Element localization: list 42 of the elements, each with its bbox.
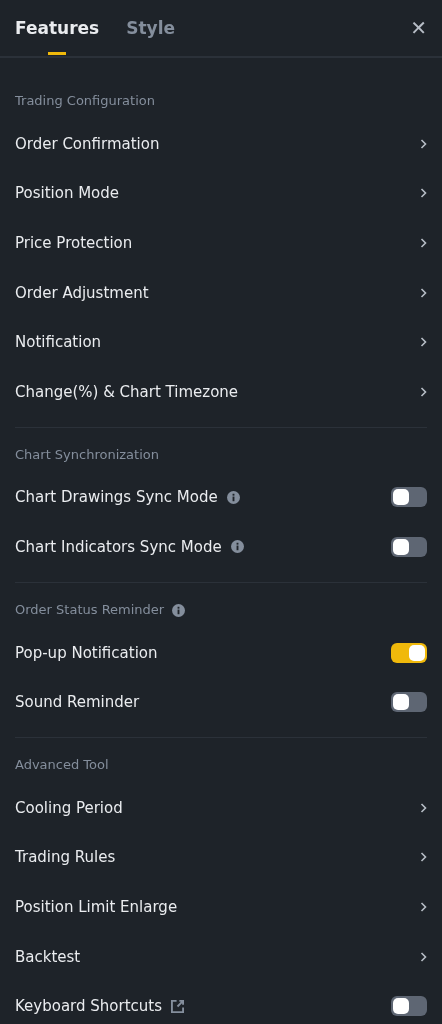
- external-link-icon[interactable]: [171, 999, 184, 1013]
- chevron-right-icon: [420, 802, 427, 813]
- setting-label[interactable]: Price Protection: [15, 234, 133, 252]
- setting-label[interactable]: Sound Reminder: [15, 693, 140, 712]
- setting-label[interactable]: Position Mode: [15, 184, 120, 203]
- chevron-right-icon: [420, 386, 427, 397]
- info-icon[interactable]: [230, 540, 244, 554]
- chevron-right-icon: [420, 337, 427, 348]
- chevron-right-icon: [420, 901, 427, 912]
- tab[interactable]: Style: [126, 0, 175, 57]
- tab-indicator: [48, 52, 67, 55]
- toggle-switch[interactable]: [391, 536, 427, 557]
- close-button[interactable]: ✕: [410, 16, 427, 40]
- setting-label[interactable]: Cooling Period: [15, 798, 123, 817]
- setting-label[interactable]: Position Limit Enlarge: [15, 897, 178, 916]
- setting-label[interactable]: Order Confirmation: [15, 134, 160, 153]
- setting-label[interactable]: Backtest: [15, 947, 81, 966]
- chevron-right-icon: [420, 138, 427, 149]
- toggle-switch[interactable]: [391, 996, 427, 1017]
- setting-label[interactable]: Change(%) & Chart Timezone: [15, 382, 239, 401]
- info-icon[interactable]: [226, 490, 240, 504]
- toggle-switch[interactable]: [391, 692, 427, 713]
- section-title: Trading Configuration: [15, 92, 155, 110]
- toggle-switch[interactable]: [391, 642, 427, 663]
- setting-label[interactable]: Order Adjustment: [15, 283, 149, 302]
- chevron-right-icon: [420, 188, 427, 199]
- section-title: Order Status Reminder: [15, 600, 165, 619]
- setting-label[interactable]: Chart Drawings Sync Mode: [15, 488, 218, 507]
- chevron-right-icon: [420, 852, 427, 863]
- chevron-right-icon: [420, 287, 427, 298]
- setting-label[interactable]: Chart Indicators Sync Mode: [15, 537, 222, 556]
- setting-label[interactable]: Notification: [15, 333, 102, 352]
- chevron-right-icon: [420, 238, 427, 248]
- section-title: Chart Synchronization: [15, 445, 159, 464]
- info-icon[interactable]: [172, 603, 186, 617]
- toggle-switch[interactable]: [391, 487, 427, 508]
- setting-label[interactable]: Keyboard Shortcuts: [15, 997, 162, 1016]
- chevron-right-icon: [420, 951, 427, 962]
- section-title: Advanced Tool: [15, 755, 109, 774]
- setting-label[interactable]: Pop-up Notification: [15, 643, 158, 662]
- tab[interactable]: Features: [15, 0, 100, 57]
- setting-label[interactable]: Trading Rules: [15, 848, 116, 867]
